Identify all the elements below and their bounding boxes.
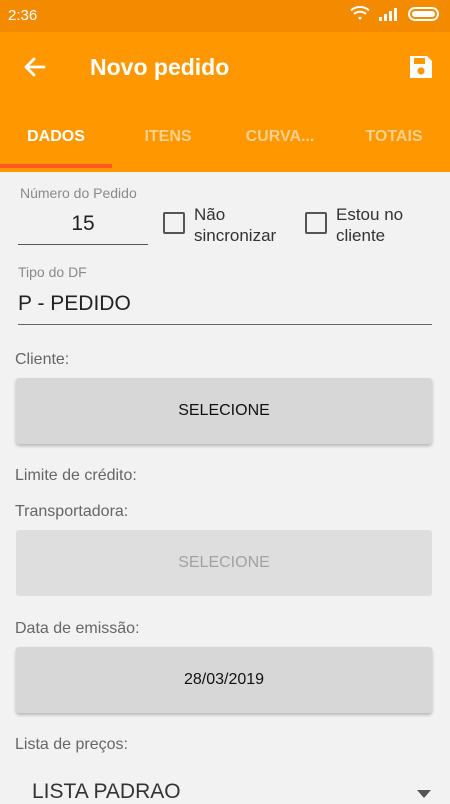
save-icon [410,56,432,78]
numero-pedido-label: Número do Pedido [20,185,137,201]
arrow-left-icon [24,57,46,77]
tipo-df-field[interactable]: P - PEDIDO [18,292,432,325]
estou-no-cliente-line1: Estou no [336,205,404,224]
tab-bar: DADOS ITENS CURVA... TOTAIS [0,102,450,172]
cliente-select-button[interactable]: SELECIONE [16,378,432,444]
status-time: 2:36 [8,7,38,24]
save-button[interactable] [406,52,436,82]
tab-totais[interactable]: TOTAIS [338,102,450,172]
battery-icon [408,7,439,21]
estou-no-cliente-label: Estou no cliente [336,204,403,246]
dropdown-arrow-icon[interactable] [417,790,431,798]
lista-precos-label: Lista de preços: [15,736,128,753]
estou-no-cliente-checkbox[interactable] [305,212,327,234]
page-title: Novo pedido [90,54,230,80]
transportadora-label: Transportadora: [15,503,129,520]
nao-sincronizar-line2: sincronizar [194,226,277,245]
nao-sincronizar-line1: Não [194,205,226,224]
tab-curva[interactable]: CURVA... [224,102,336,172]
cliente-label: Cliente: [15,351,70,368]
tipo-df-label: Tipo do DF [18,264,87,280]
tab-itens[interactable]: ITENS [112,102,224,172]
transportadora-select-button[interactable]: SELECIONE [16,530,432,596]
status-bar: 2:36 [0,0,450,32]
back-button[interactable] [20,52,50,82]
estou-no-cliente-line2: cliente [336,226,386,245]
signal-icon [379,8,397,21]
data-emissao-button[interactable]: 28/03/2019 [16,647,432,713]
data-emissao-label: Data de emissão: [15,620,140,637]
numero-pedido-input[interactable]: 15 [18,212,148,245]
status-icons [350,6,442,22]
nao-sincronizar-checkbox[interactable] [163,212,185,234]
tab-dados[interactable]: DADOS [0,102,112,172]
limite-credito-label: Limite de crédito: [15,467,137,484]
nao-sincronizar-label: Não sincronizar [194,204,276,246]
lista-precos-dropdown[interactable]: LISTA PADRAO [32,780,181,804]
wifi-icon [350,6,370,20]
tab-indicator [0,164,112,168]
app-bar: Novo pedido [0,32,450,102]
